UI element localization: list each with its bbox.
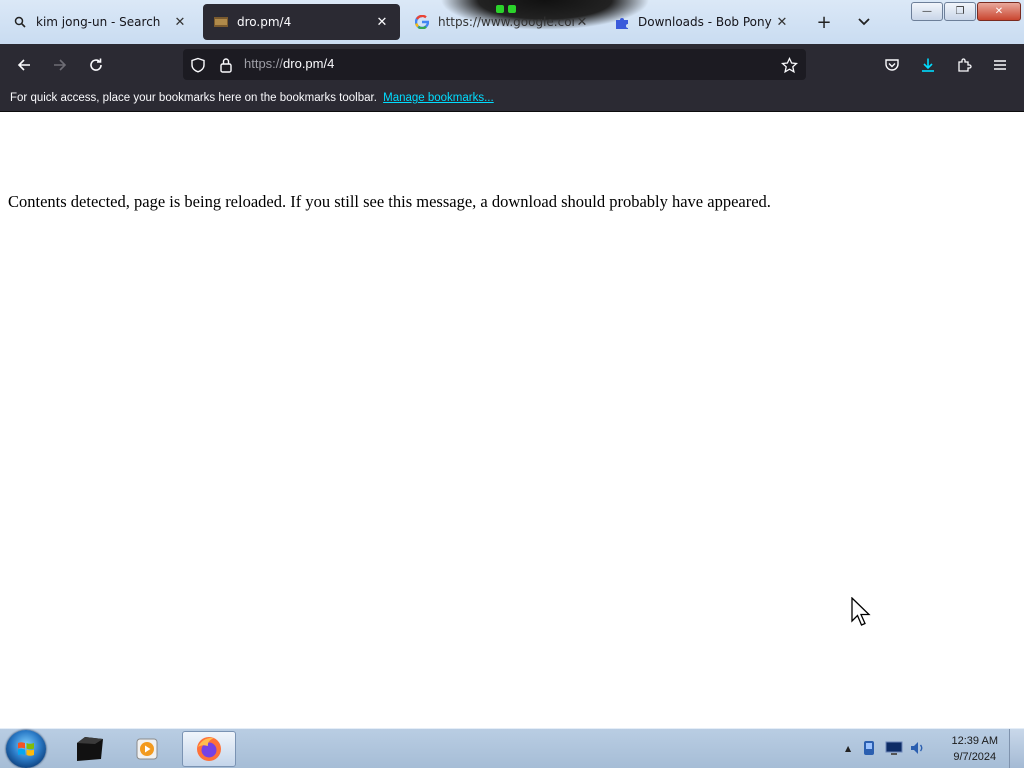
close-tab-icon[interactable]: ✕ — [574, 15, 590, 30]
clock-date: 9/7/2024 — [953, 751, 997, 763]
hamburger-menu-icon — [994, 60, 1006, 70]
bookmarks-empty-message: For quick access, place your bookmarks h… — [10, 92, 377, 104]
network-icon[interactable] — [885, 740, 903, 756]
firefox-icon — [197, 737, 221, 761]
url-text[interactable]: https://dro.pm/4 — [244, 56, 334, 71]
forward-button[interactable] — [47, 52, 73, 78]
lock-icon[interactable] — [217, 56, 235, 74]
tray-app-icon[interactable] — [861, 740, 877, 756]
puzzle-icon — [614, 14, 630, 30]
page-icon — [213, 14, 229, 30]
downloads-button[interactable] — [915, 52, 941, 78]
bookmark-star-icon[interactable] — [780, 56, 798, 74]
system-tray: ▲ — [845, 737, 927, 759]
minimize-button[interactable]: — — [911, 2, 943, 21]
close-tab-icon[interactable]: ✕ — [374, 15, 390, 30]
black-box-app-icon — [77, 737, 103, 761]
tab-dro-pm[interactable]: dro.pm/4 ✕ — [203, 4, 400, 40]
show-desktop-button[interactable] — [1009, 729, 1024, 768]
back-button[interactable] — [11, 52, 37, 78]
windows-logo-icon — [18, 742, 34, 756]
tracking-protection-shield-icon[interactable] — [189, 56, 207, 74]
tab-strip: kim jong-un - Search ✕ dro.pm/4 ✕ https:… — [0, 0, 1024, 44]
volume-icon[interactable] — [909, 739, 927, 757]
page-content: Contents detected, page is being reloade… — [0, 112, 1024, 728]
google-icon — [414, 14, 430, 30]
back-arrow-icon — [17, 59, 30, 71]
taskbar: ▲ 12:39 AM 9/7/2024 — [0, 728, 1024, 768]
chevron-down-icon — [858, 18, 870, 26]
new-tab-button[interactable]: + — [813, 11, 835, 33]
tab-search[interactable]: kim jong-un - Search ✕ — [2, 4, 198, 40]
close-window-button[interactable]: ✕ — [977, 2, 1021, 21]
url-scheme: https:// — [244, 56, 284, 71]
show-hidden-icons-arrow[interactable]: ▲ — [845, 744, 851, 753]
reload-icon — [90, 58, 102, 71]
start-button[interactable] — [6, 730, 46, 768]
manage-bookmarks-link[interactable]: Manage bookmarks... — [383, 92, 494, 104]
navigation-toolbar: https://dro.pm/4 — [0, 44, 1024, 85]
url-host-path: dro.pm/4 — [283, 56, 335, 71]
media-player-icon — [136, 738, 158, 760]
extensions-button[interactable] — [951, 52, 977, 78]
reload-button[interactable] — [83, 52, 109, 78]
download-icon — [922, 58, 934, 72]
window-controls: — ❐ ✕ — [911, 2, 1021, 21]
search-icon — [12, 14, 28, 30]
taskbar-app-terminal[interactable] — [62, 731, 116, 767]
restore-button[interactable]: ❐ — [944, 2, 976, 21]
system-clock[interactable]: 12:39 AM 9/7/2024 — [952, 733, 998, 765]
reload-message: Contents detected, page is being reloade… — [8, 192, 771, 211]
tab-label: dro.pm/4 — [237, 15, 292, 29]
forward-arrow-icon — [54, 59, 67, 71]
close-tab-icon[interactable]: ✕ — [774, 15, 790, 30]
tab-google[interactable]: https://www.google.com ✕ — [404, 4, 600, 40]
puzzle-piece-icon — [958, 58, 972, 72]
mouse-cursor-icon — [851, 597, 871, 626]
pocket-icon — [885, 59, 899, 71]
clock-time: 12:39 AM — [951, 735, 998, 747]
address-bar[interactable]: https://dro.pm/4 — [183, 49, 806, 80]
pocket-button[interactable] — [879, 52, 905, 78]
close-tab-icon[interactable]: ✕ — [172, 15, 188, 30]
tab-label: kim jong-un - Search — [36, 15, 161, 29]
tab-label: https://www.google.com — [438, 15, 574, 29]
tab-label: Downloads - Bob Pony — [638, 15, 772, 29]
taskbar-app-firefox[interactable] — [182, 731, 236, 767]
tab-downloads[interactable]: Downloads - Bob Pony ✕ — [604, 4, 800, 40]
tab-list-button[interactable] — [853, 11, 875, 33]
app-menu-button[interactable] — [987, 52, 1013, 78]
taskbar-app-media-player[interactable] — [120, 731, 174, 767]
bookmarks-toolbar: For quick access, place your bookmarks h… — [0, 85, 1024, 112]
